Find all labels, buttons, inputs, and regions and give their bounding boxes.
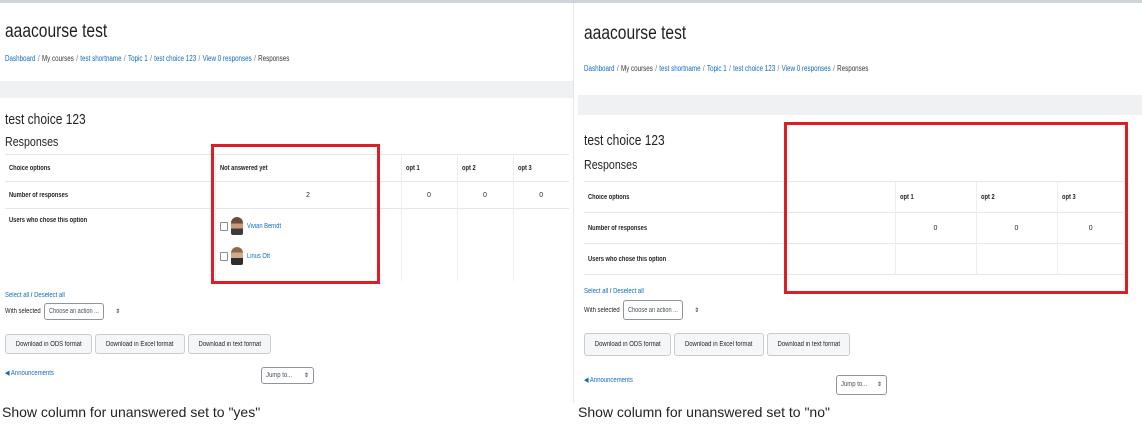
column-opt1: opt 1 xyxy=(899,193,914,201)
count-opt1: 0 xyxy=(400,181,457,209)
breadcrumb-my-courses: My courses xyxy=(620,64,653,73)
column-opt2: opt 2 xyxy=(980,193,995,201)
caption-left: Show column for unanswered set to "yes" xyxy=(2,404,261,420)
column-opt2: opt 2 xyxy=(461,164,476,172)
choice-options-label: Choice options xyxy=(9,164,51,172)
table-row-users: Users who chose this option Vivian Bernd… xyxy=(5,208,569,281)
users-chose-label: Users who chose this option xyxy=(9,217,88,224)
jump-to-wrapper: Jump to... ⇕ xyxy=(836,373,887,395)
count-opt3: 0 xyxy=(512,181,569,209)
table-row-users: Users who chose this option xyxy=(584,243,1124,275)
caret-left-icon: ◀ xyxy=(584,377,589,384)
user-checkbox[interactable] xyxy=(219,251,228,261)
with-selected-label: With selected xyxy=(584,306,620,314)
caption-right: Show column for unanswered set to "no" xyxy=(578,404,830,420)
with-selected-row: With selected Choose an action ... ⇕ xyxy=(5,303,120,320)
breadcrumb-view-responses[interactable]: View 0 responses xyxy=(203,54,252,63)
breadcrumb-course[interactable]: test shortname xyxy=(659,64,700,73)
breadcrumb-dashboard[interactable]: Dashboard xyxy=(584,64,615,73)
breadcrumb-topic[interactable]: Topic 1 xyxy=(128,54,148,63)
select-arrows-icon: ⇕ xyxy=(694,307,700,314)
table-header-row: Choice options Not answered yet opt 1 op… xyxy=(5,154,569,182)
breadcrumb-my-courses: My courses xyxy=(41,54,74,63)
responses-table: Choice options opt 1 opt 2 opt 3 Number … xyxy=(584,181,1124,275)
action-select[interactable]: Choose an action ... ⇕ xyxy=(623,300,699,320)
course-title: aaacourse test xyxy=(584,23,687,44)
user-checkbox[interactable] xyxy=(219,221,228,231)
download-ods-button[interactable]: Download in ODS format xyxy=(584,333,672,356)
breadcrumb-activity[interactable]: test choice 123 xyxy=(154,54,196,63)
jump-to-wrapper: Jump to... ⇕ xyxy=(261,364,314,384)
breadcrumb-current: Responses xyxy=(258,54,290,63)
column-opt3: opt 3 xyxy=(517,164,532,172)
table-row-counts: Number of responses 2 0 0 0 xyxy=(5,181,569,209)
course-title: aaacourse test xyxy=(5,21,108,42)
select-arrows-icon: ⇕ xyxy=(876,382,882,388)
activity-title: test choice 123 xyxy=(5,111,86,128)
choice-options-label: Choice options xyxy=(588,193,630,201)
user-avatar xyxy=(230,247,243,265)
responses-heading: Responses xyxy=(5,134,59,149)
caret-left-icon: ◀ xyxy=(5,370,10,377)
count-not-answered: 2 xyxy=(214,181,401,209)
select-arrows-icon: ⇕ xyxy=(115,309,121,315)
jump-to-select[interactable]: Jump to... ⇕ xyxy=(261,367,314,384)
user-link[interactable]: Linus Ott xyxy=(247,253,270,260)
header-separator xyxy=(0,81,573,98)
responses-heading: Responses xyxy=(584,157,638,172)
number-of-responses-label: Number of responses xyxy=(9,191,69,199)
announcements-link[interactable]: ◀ Announcements xyxy=(584,376,633,384)
select-arrows-icon: ⇕ xyxy=(303,373,309,379)
breadcrumb: Dashboard / My courses / test shortname / Topi… xyxy=(5,54,290,63)
user-entry: Vivian Berndt xyxy=(219,211,397,241)
number-of-responses-label: Number of responses xyxy=(588,224,648,232)
count-opt2: 0 xyxy=(456,181,513,209)
breadcrumb-dashboard[interactable]: Dashboard xyxy=(5,54,36,63)
download-ods-button[interactable]: Download in ODS format xyxy=(5,334,93,354)
deselect-all-link[interactable]: Deselect all xyxy=(34,292,65,299)
deselect-all-link[interactable]: Deselect all xyxy=(613,288,644,295)
breadcrumb-activity[interactable]: test choice 123 xyxy=(733,64,775,73)
download-excel-button[interactable]: Download in Excel format xyxy=(95,334,185,354)
download-excel-button[interactable]: Download in Excel format xyxy=(674,333,764,356)
activity-title: test choice 123 xyxy=(584,132,665,149)
column-opt3: opt 3 xyxy=(1061,193,1076,201)
breadcrumb-current: Responses xyxy=(837,64,869,73)
breadcrumb: Dashboard / My courses / test shortname / Topi… xyxy=(584,64,869,73)
table-row-counts: Number of responses 0 0 0 xyxy=(584,212,1124,244)
download-buttons: Download in ODS format Download in Excel… xyxy=(5,334,272,354)
header-separator xyxy=(578,95,1142,115)
user-entry: Linus Ott xyxy=(219,241,397,271)
select-all-links: Select all / Deselect all xyxy=(5,292,65,299)
download-buttons: Download in ODS format Download in Excel… xyxy=(584,333,851,356)
with-selected-label: With selected xyxy=(5,308,41,315)
select-all-link[interactable]: Select all xyxy=(584,288,608,295)
with-selected-row: With selected Choose an action ... ⇕ xyxy=(584,300,699,320)
responses-table: Choice options Not answered yet opt 1 op… xyxy=(5,154,569,281)
select-all-links: Select all / Deselect all xyxy=(584,288,644,295)
count-opt1: 0 xyxy=(894,212,976,244)
count-opt3: 0 xyxy=(1056,212,1124,244)
user-link[interactable]: Vivian Berndt xyxy=(247,223,281,230)
breadcrumb-course[interactable]: test shortname xyxy=(80,54,121,63)
screenshot-unanswered-yes: aaacourse test Dashboard / My courses / test… xyxy=(0,3,574,403)
select-all-link[interactable]: Select all xyxy=(5,292,29,299)
user-avatar xyxy=(230,217,243,235)
breadcrumb-view-responses[interactable]: View 0 responses xyxy=(782,64,831,73)
jump-to-select[interactable]: Jump to... ⇕ xyxy=(836,374,887,395)
table-header-row: Choice options opt 1 opt 2 opt 3 xyxy=(584,181,1124,213)
count-opt2: 0 xyxy=(975,212,1057,244)
download-text-button[interactable]: Download in text format xyxy=(187,334,272,354)
users-chose-label: Users who chose this option xyxy=(588,255,667,263)
column-not-answered: Not answered yet xyxy=(219,164,268,172)
download-text-button[interactable]: Download in text format xyxy=(766,333,851,356)
screenshot-unanswered-no: aaacourse test Dashboard / My courses / test… xyxy=(578,3,1142,403)
action-select[interactable]: Choose an action ... ⇕ xyxy=(44,303,120,320)
column-opt1: opt 1 xyxy=(405,164,420,172)
announcements-link[interactable]: ◀ Announcements xyxy=(5,369,54,377)
breadcrumb-topic[interactable]: Topic 1 xyxy=(707,64,727,73)
